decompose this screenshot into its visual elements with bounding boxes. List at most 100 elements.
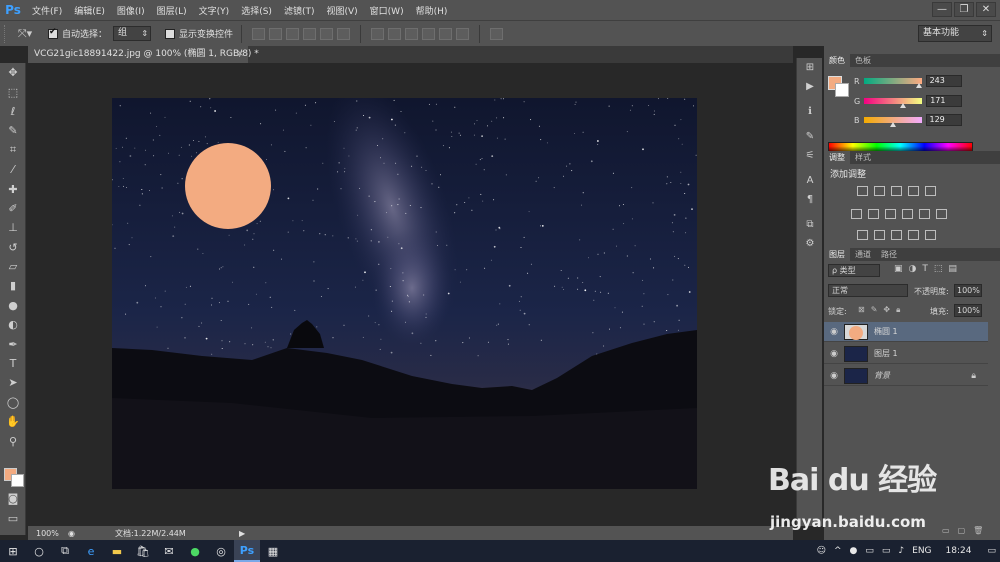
eyedropper-tool-icon[interactable]: ⁄	[0, 160, 26, 179]
tab-styles[interactable]: 样式	[850, 151, 876, 164]
posterize-icon[interactable]	[874, 230, 885, 240]
volume-icon[interactable]: ♪	[894, 546, 908, 556]
auto-select-checkbox[interactable]	[48, 27, 58, 39]
brightness-icon[interactable]	[857, 186, 868, 196]
new-layer-icon[interactable]: ▢	[958, 526, 966, 535]
red-value-input[interactable]: 243	[925, 75, 962, 87]
layer-name[interactable]: 图层 1	[874, 348, 898, 359]
paragraph-panel-icon[interactable]: ¶	[797, 190, 823, 209]
auto-select-dropdown[interactable]: 组	[113, 26, 152, 41]
file-explorer-icon[interactable]: ▬	[104, 540, 130, 562]
gradient-map-icon[interactable]	[925, 230, 936, 240]
quick-select-tool-icon[interactable]: ✎	[0, 121, 26, 140]
tab-layers[interactable]: 图层	[824, 248, 850, 261]
layer-name[interactable]: 椭圆 1	[874, 326, 898, 337]
distribute-left-icon[interactable]	[422, 27, 436, 40]
levels-icon[interactable]	[874, 186, 885, 196]
clone-stamp-tool-icon[interactable]: ⊥	[0, 218, 26, 237]
filter-pixel-icon[interactable]: ▣	[894, 264, 903, 274]
document-tab[interactable]: VCG21gic18891422.jpg @ 100% (椭圆 1, RGB/8…	[28, 46, 259, 63]
layer-filter-dropdown[interactable]: ρ 类型	[828, 264, 880, 277]
type-tool-icon[interactable]: T	[0, 354, 26, 373]
align-top-icon[interactable]	[252, 27, 266, 40]
visibility-eye-icon[interactable]: ◉	[824, 371, 844, 381]
selective-color-icon[interactable]	[908, 230, 919, 240]
color-lookup-icon[interactable]	[936, 209, 947, 219]
path-select-tool-icon[interactable]: ➤	[0, 373, 26, 392]
history-panel-icon[interactable]: ⊞	[797, 58, 823, 77]
tab-paths[interactable]: 路径	[876, 248, 902, 261]
windows-start-icon[interactable]: ⊞	[0, 540, 26, 562]
lasso-tool-icon[interactable]: ℓ	[0, 102, 26, 121]
slider-thumb[interactable]	[890, 122, 897, 127]
gradient-tool-icon[interactable]: ▮	[0, 276, 26, 295]
green-value-input[interactable]: 171	[926, 95, 963, 107]
zoom-tool-icon[interactable]: ⚲	[0, 431, 26, 450]
vibrance-icon[interactable]	[925, 186, 936, 196]
brush-tool-icon[interactable]: ✐	[0, 199, 26, 218]
layer-row-ellipse[interactable]: ◉ 椭圆 1	[824, 322, 988, 342]
document-canvas[interactable]	[112, 98, 697, 489]
align-vcenter-icon[interactable]	[269, 27, 283, 40]
eraser-tool-icon[interactable]: ▱	[0, 257, 26, 276]
actions-panel-icon[interactable]: ▶	[797, 77, 823, 96]
align-left-icon[interactable]	[303, 27, 317, 40]
menu-image[interactable]: 图像(I)	[111, 4, 151, 17]
color-bg-swatch[interactable]	[835, 83, 849, 97]
align-right-icon[interactable]	[337, 27, 351, 40]
task-view-icon[interactable]: ⧉	[52, 540, 78, 562]
auto-align-icon[interactable]	[490, 27, 504, 40]
workspace-dropdown[interactable]: 基本功能	[918, 25, 992, 42]
align-hcenter-icon[interactable]	[320, 27, 334, 40]
distribute-bottom-icon[interactable]	[405, 27, 419, 40]
red-slider[interactable]	[863, 78, 922, 88]
display-icon[interactable]: ▭	[878, 546, 895, 556]
filter-adjust-icon[interactable]: ◑	[909, 264, 917, 274]
menu-help[interactable]: 帮助(H)	[410, 4, 454, 17]
close-button[interactable]: ✕	[976, 2, 996, 17]
shape-tool-icon[interactable]: ◯	[0, 393, 26, 412]
curves-icon[interactable]	[891, 186, 902, 196]
ellipse-1-shape[interactable]	[185, 143, 271, 229]
screen-mode-icon[interactable]: ▭	[0, 509, 26, 528]
color-balance-icon[interactable]	[868, 209, 879, 219]
mail-icon[interactable]: ✉	[156, 540, 182, 562]
store-icon[interactable]: 🛍︎	[130, 540, 156, 562]
filter-smart-icon[interactable]: ▤	[948, 264, 957, 274]
fill-input[interactable]: 100%	[954, 304, 982, 317]
tab-swatches[interactable]: 色板	[850, 54, 876, 67]
layer-name[interactable]: 背景	[874, 370, 890, 381]
filter-shape-icon[interactable]: ⬚	[934, 264, 943, 274]
background-color-swatch[interactable]	[11, 474, 24, 487]
blend-mode-dropdown[interactable]: 正常	[828, 284, 908, 297]
character-panel-icon[interactable]: A	[797, 171, 823, 190]
close-tab-icon[interactable]: ×	[236, 46, 244, 63]
restore-button[interactable]: ❐	[954, 2, 974, 17]
wechat-icon[interactable]: ●	[182, 540, 208, 562]
notification-icon[interactable]: ▭	[983, 546, 1000, 556]
lock-all-icon[interactable]: 🔒︎	[896, 305, 900, 315]
menu-select[interactable]: 选择(S)	[235, 4, 278, 17]
menu-edit[interactable]: 编辑(E)	[68, 4, 111, 17]
blue-slider[interactable]	[863, 117, 922, 127]
minimize-button[interactable]: —	[932, 2, 952, 17]
brush-panel-icon[interactable]: ✎	[797, 127, 823, 146]
distribute-top-icon[interactable]	[371, 27, 385, 40]
edge-browser-icon[interactable]: e	[78, 540, 104, 562]
threshold-icon[interactable]	[891, 230, 902, 240]
language-indicator[interactable]: ENG	[908, 546, 935, 556]
align-bottom-icon[interactable]	[286, 27, 300, 40]
app-icon[interactable]: ▦	[260, 540, 286, 562]
tab-channels[interactable]: 通道	[850, 248, 876, 261]
menu-filter[interactable]: 滤镜(T)	[278, 4, 321, 17]
opacity-input[interactable]: 100%	[954, 284, 982, 297]
search-icon[interactable]: ○	[26, 540, 52, 562]
network-icon[interactable]: ▭	[861, 546, 878, 556]
people-icon[interactable]: ☺	[813, 546, 830, 556]
slider-thumb[interactable]	[915, 83, 922, 88]
layer-row-layer1[interactable]: ◉ 图层 1	[824, 344, 988, 364]
clock[interactable]: 18:24	[942, 546, 976, 556]
delete-layer-icon[interactable]: 🗑︎	[973, 526, 983, 535]
tray-expand-icon[interactable]: ^	[830, 546, 846, 556]
tool-presets-icon[interactable]: ⚙	[797, 234, 823, 253]
